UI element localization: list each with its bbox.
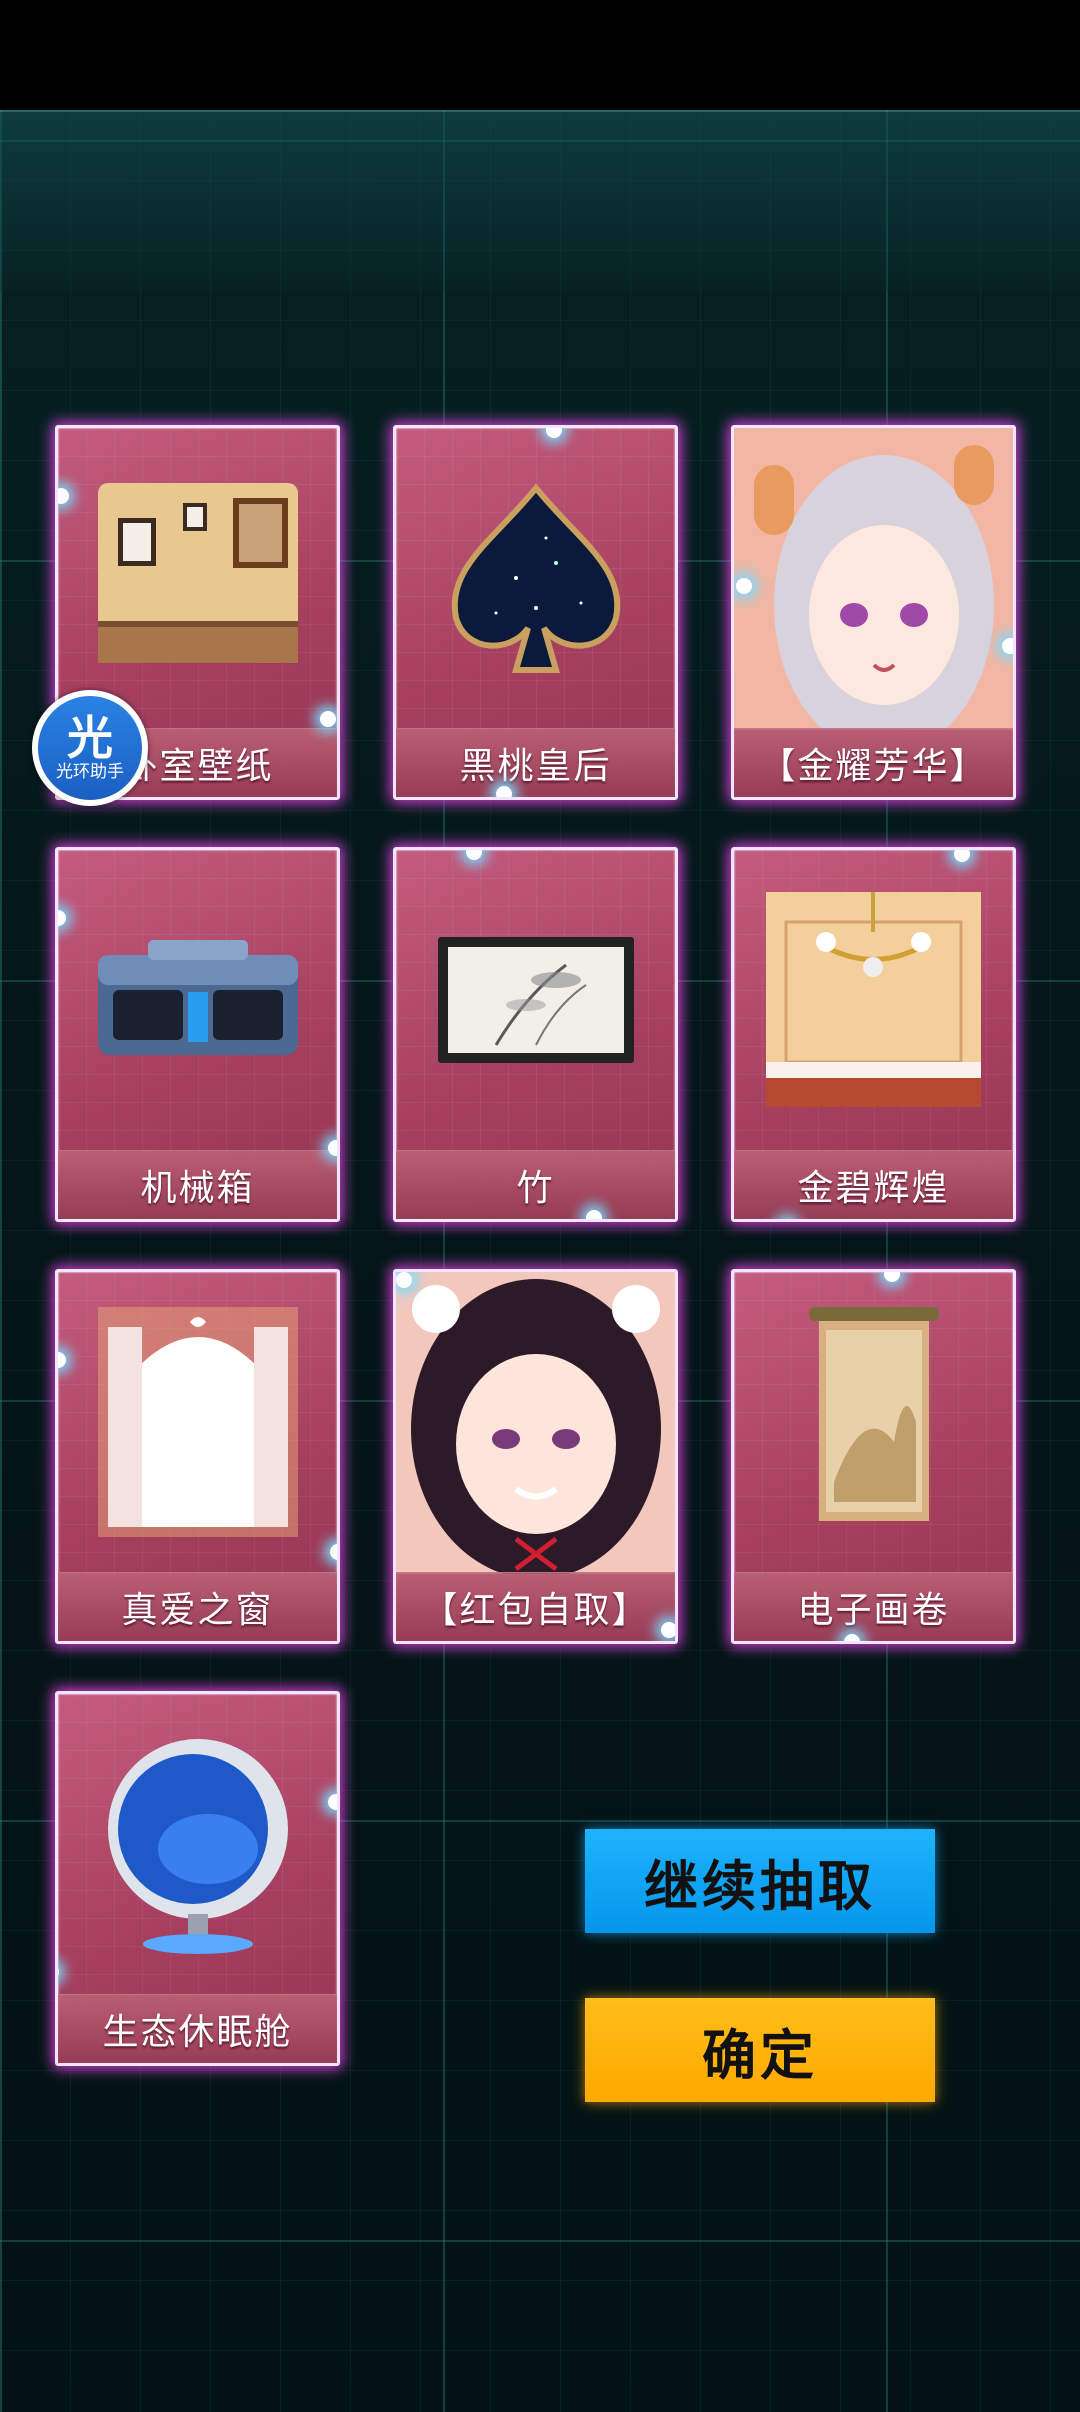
reward-card-eco-pod[interactable]: 生态休眠舱 bbox=[55, 1691, 340, 2066]
card-label: 【金耀芳华】 bbox=[734, 728, 1013, 797]
card-label: 机械箱 bbox=[58, 1150, 337, 1219]
character-portrait bbox=[734, 428, 1013, 730]
sparkle bbox=[496, 786, 512, 797]
sparkle bbox=[330, 1544, 337, 1560]
sparkle bbox=[396, 1272, 412, 1288]
sparkle bbox=[844, 1634, 860, 1641]
card-label: 真爱之窗 bbox=[58, 1572, 337, 1641]
assistant-logo-icon: 光 光环助手 bbox=[38, 696, 142, 800]
reward-card-golden-glory[interactable]: 【金耀芳华】 bbox=[731, 425, 1016, 800]
card-label: 竹 bbox=[396, 1150, 675, 1219]
card-label: 生态休眠舱 bbox=[58, 1994, 337, 2063]
scroll-painting-icon bbox=[734, 1272, 1013, 1571]
status-bar bbox=[0, 0, 1080, 110]
reward-card-true-love-window[interactable]: 真爱之窗 bbox=[55, 1269, 340, 1644]
sparkle bbox=[328, 1794, 337, 1810]
mech-box-icon bbox=[58, 850, 337, 1149]
sparkle bbox=[661, 1622, 675, 1638]
continue-draw-button[interactable]: 继续抽取 bbox=[585, 1829, 935, 1933]
confirm-button[interactable]: 确定 bbox=[585, 1998, 935, 2102]
reward-card-mech-box[interactable]: 机械箱 bbox=[55, 847, 340, 1222]
reward-card-red-envelope[interactable]: 【红包自取】 bbox=[393, 1269, 678, 1644]
assistant-badge[interactable]: 光 光环助手 bbox=[32, 690, 148, 806]
reward-card-bamboo[interactable]: 竹 bbox=[393, 847, 678, 1222]
bamboo-painting-icon bbox=[396, 850, 675, 1149]
header-band bbox=[0, 110, 1080, 292]
egg-chair-icon bbox=[58, 1694, 337, 1993]
window-icon bbox=[58, 1272, 337, 1571]
sparkle bbox=[328, 1140, 337, 1156]
card-label: 电子画卷 bbox=[734, 1572, 1013, 1641]
sparkle bbox=[320, 711, 336, 727]
reward-card-queen-of-spades[interactable]: 黑桃皇后 bbox=[393, 425, 678, 800]
wallpaper-icon bbox=[58, 428, 337, 727]
card-label: 金碧辉煌 bbox=[734, 1150, 1013, 1219]
sparkle bbox=[1002, 638, 1013, 654]
card-label: 黑桃皇后 bbox=[396, 728, 675, 797]
badge-glyph: 光 bbox=[67, 711, 113, 765]
spade-icon bbox=[396, 428, 675, 727]
sparkle bbox=[736, 578, 752, 594]
card-label: 【红包自取】 bbox=[396, 1572, 675, 1641]
sparkle bbox=[586, 1210, 602, 1219]
badge-text: 光环助手 bbox=[56, 762, 124, 782]
reward-card-resplendent[interactable]: 金碧辉煌 bbox=[731, 847, 1016, 1222]
chandelier-icon bbox=[734, 850, 1013, 1149]
sparkle bbox=[779, 1220, 795, 1222]
reward-card-digital-scroll[interactable]: 电子画卷 bbox=[731, 1269, 1016, 1644]
character-portrait bbox=[396, 1272, 675, 1574]
